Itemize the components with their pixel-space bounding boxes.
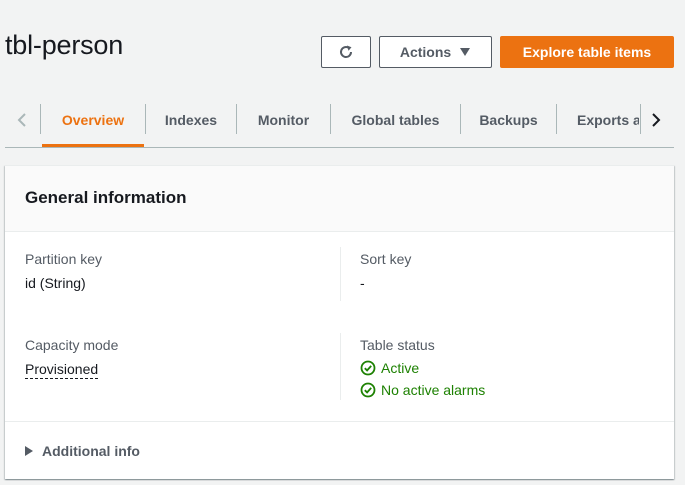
table-status-label: Table status: [360, 337, 435, 353]
chevron-left-icon: [17, 113, 26, 127]
status-alarms: No active alarms: [360, 382, 485, 398]
capacity-mode-text: Provisioned: [25, 361, 99, 379]
tab-separator: [40, 104, 41, 134]
column-divider: [340, 247, 341, 301]
check-circle-icon: [360, 382, 376, 398]
partition-key-label: Partition key: [25, 251, 103, 267]
partition-key-value: id (String): [25, 275, 86, 291]
actions-label: Actions: [399, 44, 452, 60]
status-alarms-text: No active alarms: [381, 382, 486, 398]
refresh-button[interactable]: [321, 36, 371, 68]
refresh-icon: [340, 45, 353, 58]
tab-exports[interactable]: Exports a: [577, 92, 639, 148]
check-circle-icon: [360, 360, 376, 376]
sort-key-value: -: [360, 275, 365, 291]
tab-separator: [640, 104, 641, 134]
tab-indexes[interactable]: Indexes: [146, 92, 236, 148]
tab-monitor[interactable]: Monitor: [237, 92, 330, 148]
caret-down-icon: [460, 48, 471, 56]
tab-separator: [556, 104, 557, 134]
status-active-text: Active: [381, 360, 420, 376]
additional-info-toggle[interactable]: Additional info: [25, 443, 140, 459]
scroll-right-button[interactable]: [646, 110, 666, 130]
sort-key-label: Sort key: [360, 251, 412, 267]
explore-table-items-button[interactable]: Explore table items: [500, 36, 674, 68]
tab-backups[interactable]: Backups: [461, 92, 556, 148]
actions-button[interactable]: Actions: [379, 36, 492, 68]
scroll-left-button[interactable]: [12, 110, 32, 130]
panel-divider: [5, 421, 674, 422]
general-information-panel: General information Partition key id (St…: [5, 165, 674, 479]
panel-header: General information: [5, 166, 674, 232]
chevron-right-icon: [652, 113, 661, 127]
additional-info-label: Additional info: [42, 443, 140, 459]
column-divider: [340, 333, 341, 400]
tab-bar: Overview Indexes Monitor Global tables B…: [0, 92, 685, 148]
caret-right-icon: [25, 446, 33, 456]
tabs-underline: [5, 147, 674, 148]
status-active: Active: [360, 360, 419, 376]
tab-global-tables[interactable]: Global tables: [331, 92, 460, 148]
tab-overview[interactable]: Overview: [42, 92, 144, 148]
capacity-mode-value[interactable]: Provisioned: [25, 361, 99, 379]
capacity-mode-label: Capacity mode: [25, 337, 119, 353]
page-title: tbl-person: [5, 30, 124, 60]
panel-title: General information: [25, 188, 187, 207]
